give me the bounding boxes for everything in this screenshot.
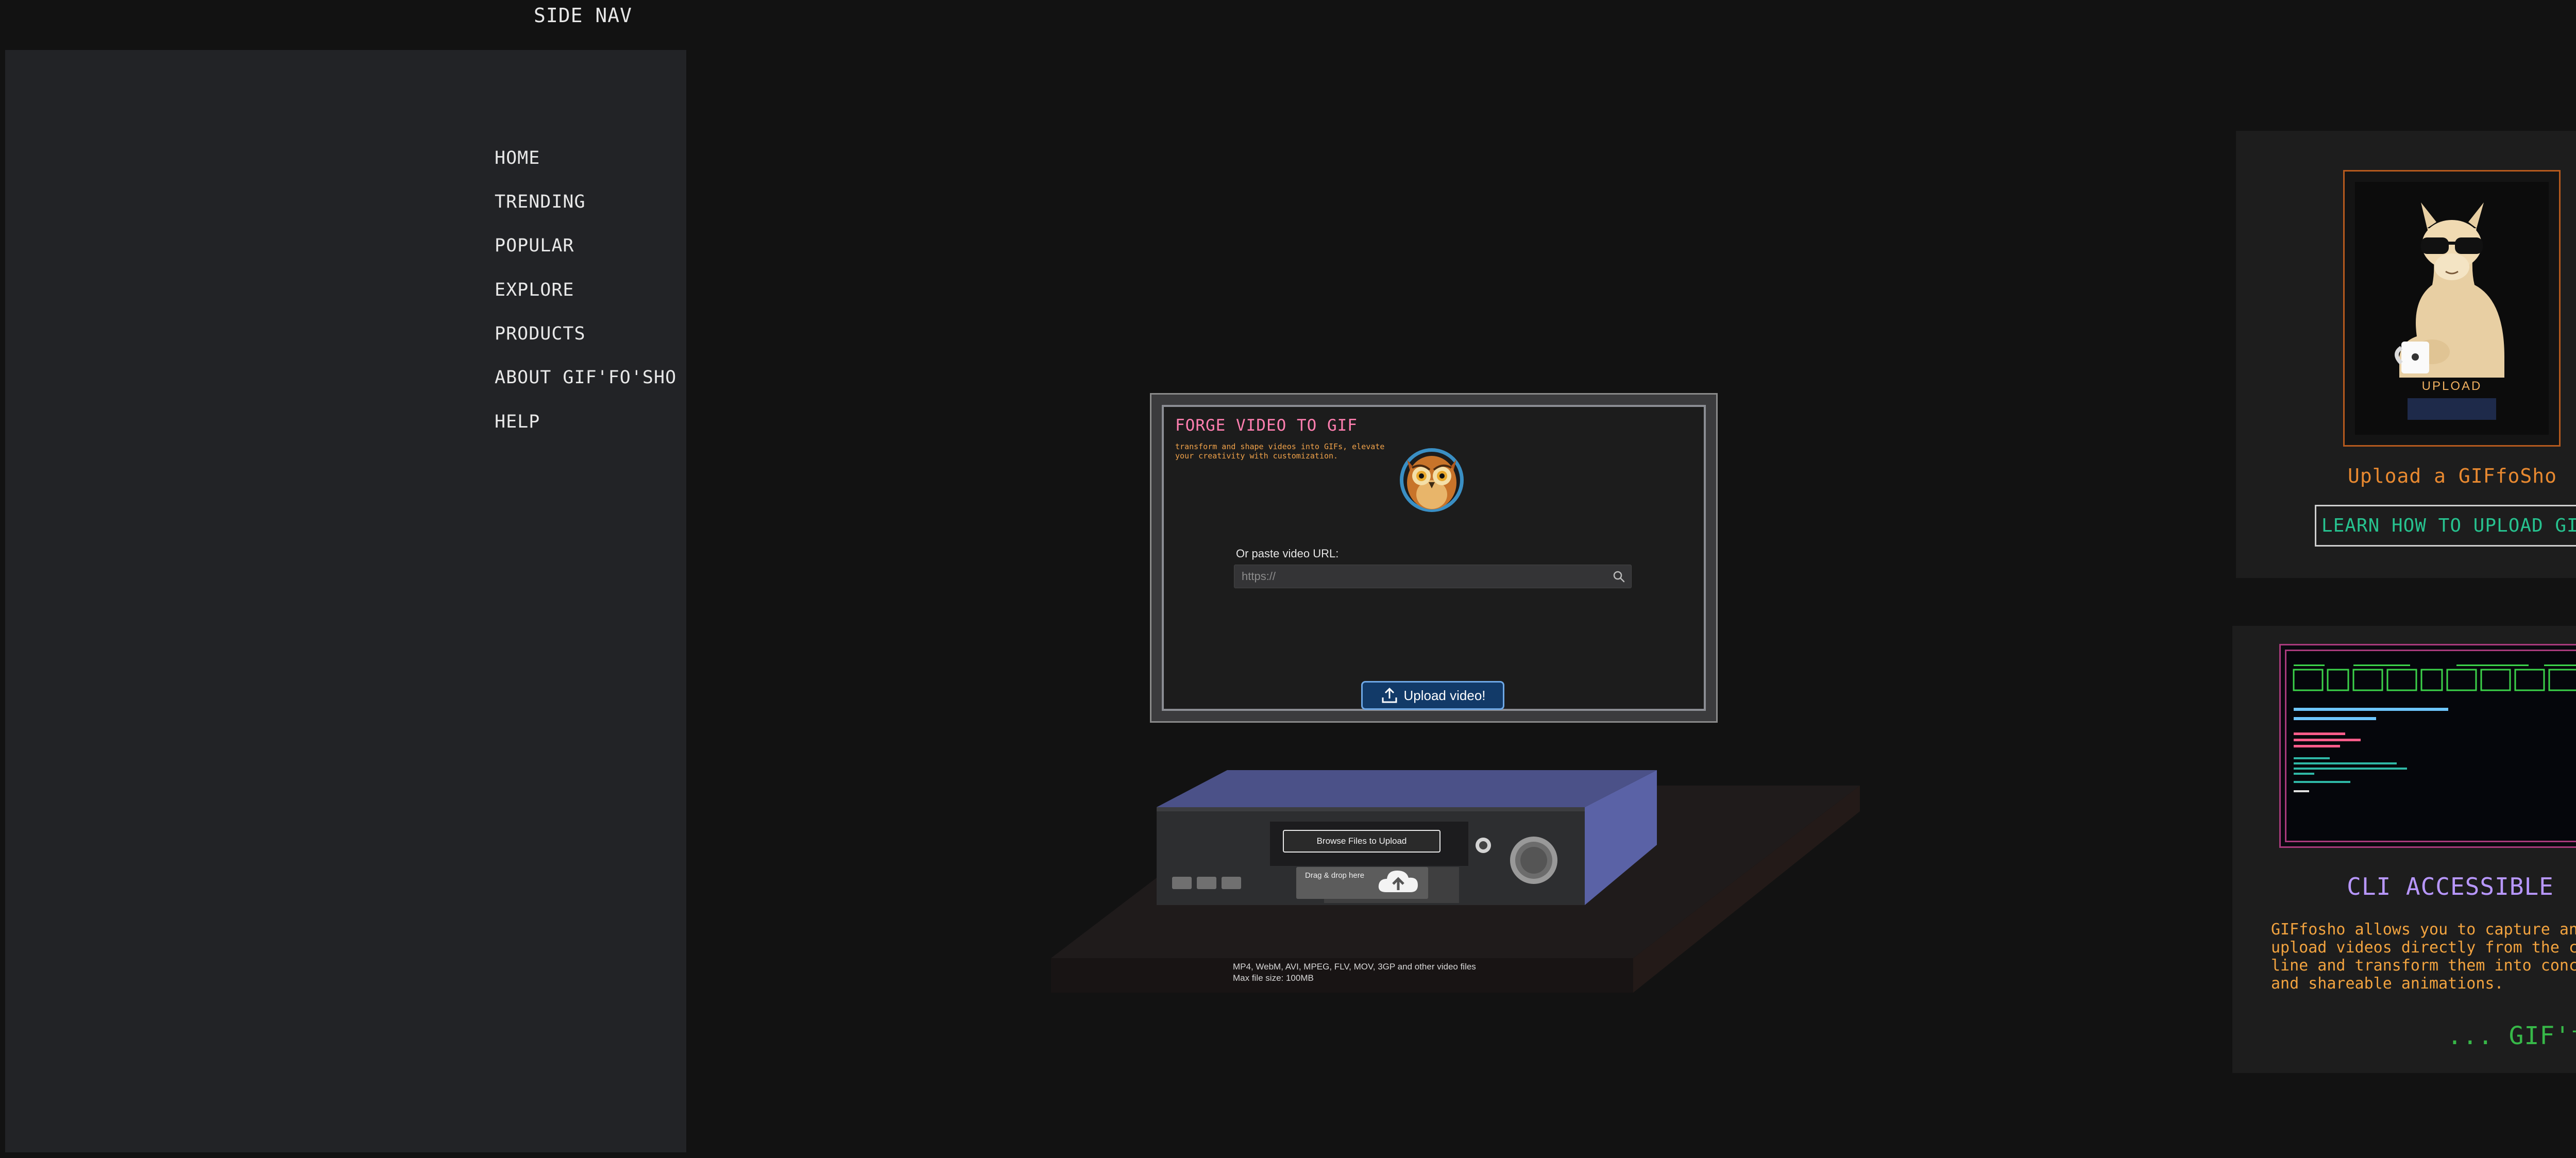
sidenav-panel [5, 50, 686, 1152]
forge-description: transform and shape videos into GIFs, el… [1175, 442, 1385, 461]
learn-upload-button[interactable]: LEARN HOW TO UPLOAD GIFS [2315, 505, 2576, 547]
sidebar-item-home[interactable]: HOME [495, 148, 540, 168]
supported-formats: MP4, WebM, AVI, MPEG, FLV, MOV, 3GP and … [1233, 962, 1476, 972]
cli-terminal-image [2285, 650, 2576, 842]
cli-card-description: GIFfosho allows you to capture and uploa… [2271, 921, 2576, 993]
llama-upload-caption: UPLOAD [2421, 379, 2482, 393]
drop-zone-label: Drag & drop here [1305, 871, 1365, 880]
upload-card-title: Upload a GIFfoSho [2348, 465, 2557, 487]
cli-card-title: CLI ACCESSIBLE [2347, 873, 2554, 900]
browse-files-button[interactable]: Browse Files to Upload [1283, 830, 1440, 853]
sidebar-item-about[interactable]: ABOUT GIF'FO'SHO [495, 367, 676, 388]
sidebar-item-popular[interactable]: POPULAR [495, 235, 574, 256]
sidebar-item-trending[interactable]: TRENDING [495, 192, 586, 212]
monitor-frame: FORGE VIDEO TO GIF transform and shape v… [1150, 393, 1718, 723]
file-requirements: MP4, WebM, AVI, MPEG, FLV, MOV, 3GP and … [1233, 961, 1476, 984]
llama-sunglasses-image [2355, 182, 2549, 435]
owl-mascot-icon [1400, 448, 1464, 512]
llama-image-frame: UPLOAD [2343, 170, 2561, 447]
upload-video-label: Upload video! [1403, 687, 1486, 703]
forge-title: FORGE VIDEO TO GIF [1175, 416, 1358, 435]
sidebar-item-help[interactable]: HELP [495, 412, 540, 432]
search-icon[interactable] [1612, 569, 1626, 584]
upload-video-button[interactable]: Upload video! [1361, 681, 1504, 710]
sidebar-item-products[interactable]: PRODUCTS [495, 323, 586, 344]
monitor-screen: FORGE VIDEO TO GIF transform and shape v… [1162, 405, 1706, 711]
video-url-input[interactable] [1234, 565, 1605, 588]
cli-card-tagline: ... GIF'fo'Sho! [2447, 1021, 2576, 1050]
terminal-screenshot-graphic [2293, 665, 2576, 792]
url-field [1234, 565, 1632, 588]
url-label: Or paste video URL: [1236, 547, 1339, 560]
cloud-upload-icon [1378, 871, 1418, 892]
cli-screenshot-frame [2279, 644, 2576, 848]
sidenav-title: SIDE NAV [534, 4, 633, 27]
sidebar-item-explore[interactable]: EXPLORE [495, 280, 574, 300]
upload-icon [1382, 687, 1397, 703]
max-file-size: Max file size: 100MB [1233, 973, 1314, 983]
